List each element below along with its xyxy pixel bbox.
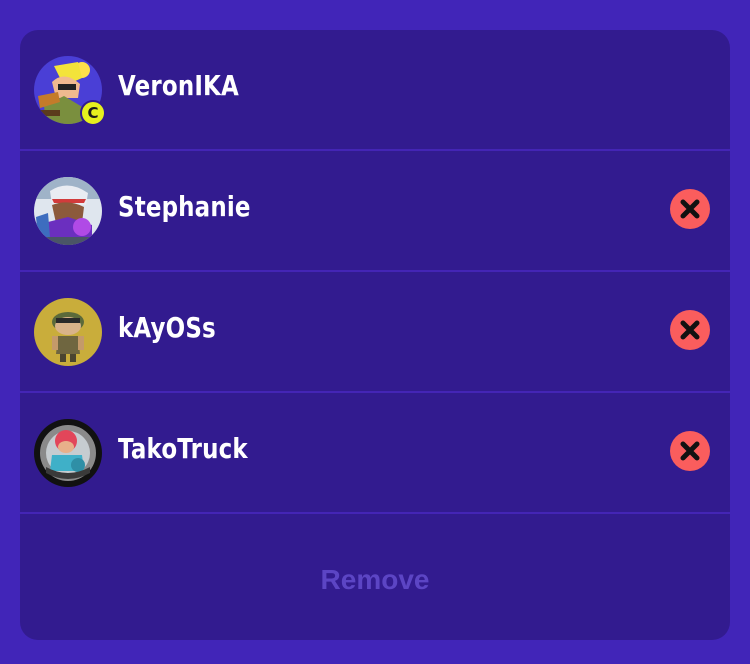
- member-name: VeronIKA: [118, 69, 239, 102]
- remove-member-button[interactable]: [670, 431, 710, 471]
- inkling-purple-avatar: [34, 177, 102, 245]
- member-row: Stephanie: [20, 151, 730, 272]
- member-row: C VeronIKA: [20, 30, 730, 151]
- captain-badge: C: [80, 100, 106, 126]
- smallfry-avatar: [34, 298, 102, 366]
- close-icon: [680, 199, 700, 219]
- member-name: Stephanie: [118, 190, 251, 223]
- member-row: kAyOSs: [20, 272, 730, 393]
- close-icon: [680, 320, 700, 340]
- remove-member-button[interactable]: [670, 310, 710, 350]
- remove-button[interactable]: Remove: [20, 560, 730, 600]
- member-name: kAyOSs: [118, 311, 216, 344]
- member-name: TakoTruck: [118, 432, 248, 465]
- close-icon: [680, 441, 700, 461]
- member-row: TakoTruck: [20, 393, 730, 514]
- member-list-panel: C VeronIKA Stephanie kAyOSs TakoTruck Re…: [20, 30, 730, 640]
- remove-member-button[interactable]: [670, 189, 710, 229]
- octoling-avatar: [34, 419, 102, 487]
